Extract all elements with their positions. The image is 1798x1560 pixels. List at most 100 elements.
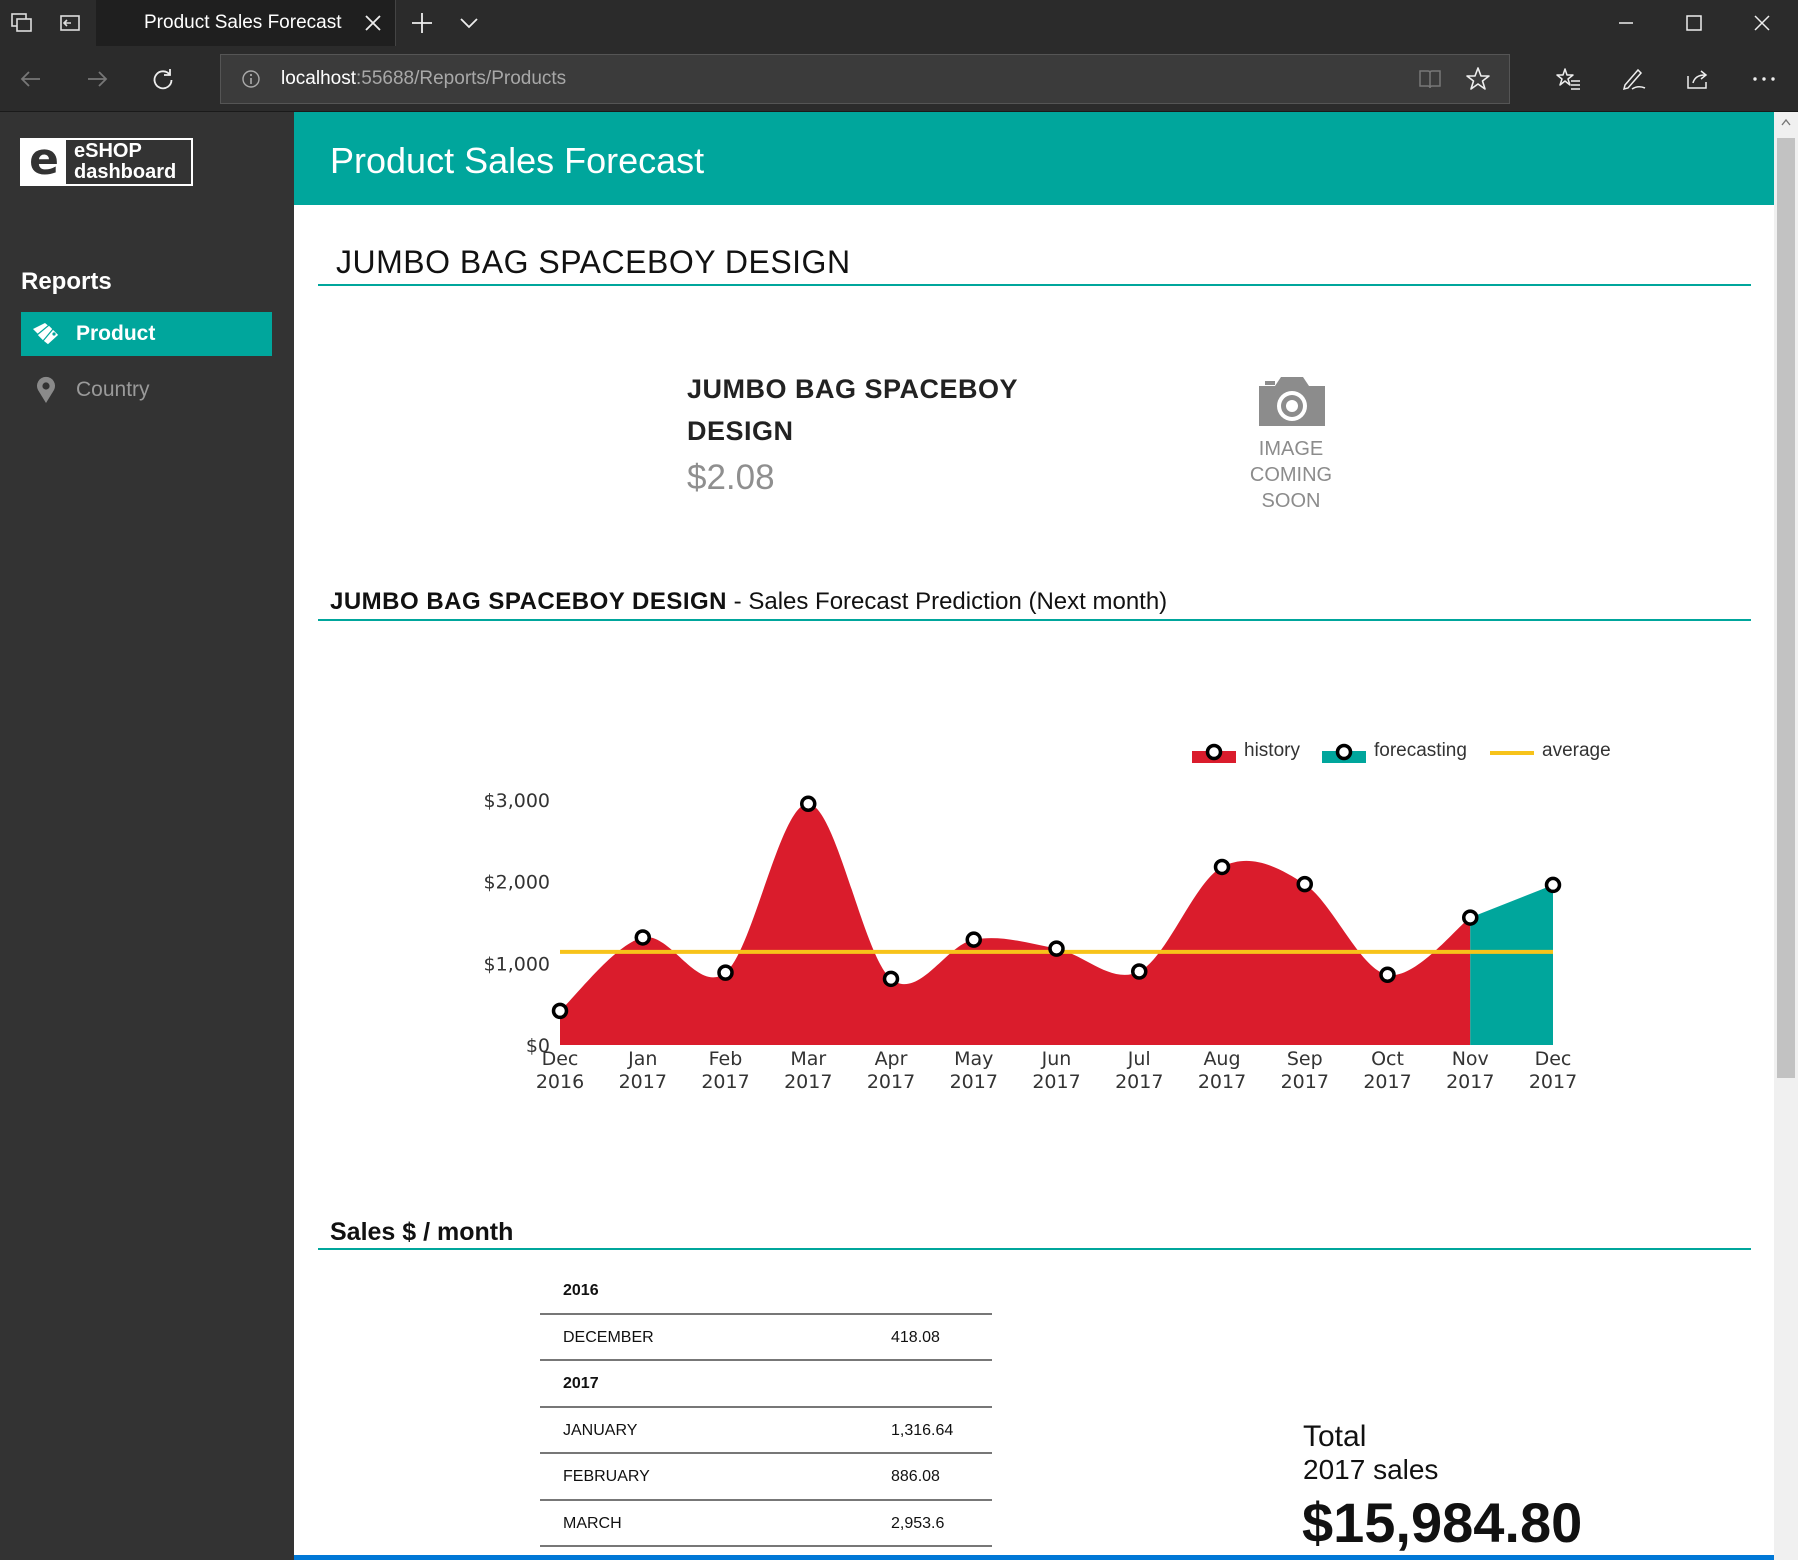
legend-swatch	[1490, 751, 1534, 755]
legend-swatch	[1322, 743, 1366, 763]
url-text[interactable]: localhost:55688/Reports/Products	[281, 68, 566, 90]
y-tick-label: $1,000	[484, 953, 550, 975]
image-text-line3: SOON	[1261, 490, 1321, 512]
row-label: FEBRUARY	[563, 1468, 650, 1485]
chart-legend: history forecasting average	[1190, 740, 1630, 766]
sidebar: e eSHOP dashboard Reports Product Countr…	[0, 112, 294, 1560]
legend-label: forecasting	[1374, 740, 1467, 761]
forecast-area	[1470, 884, 1553, 1045]
sales-heading: Sales $ / month	[330, 1218, 514, 1246]
share-icon[interactable]	[1684, 66, 1712, 92]
legend-item-forecasting[interactable]: forecasting	[1320, 740, 1500, 766]
legend-item-average[interactable]: average	[1488, 740, 1628, 766]
history-point	[551, 1002, 569, 1020]
x-tick-label-year: 2017	[1529, 1071, 1577, 1093]
x-tick-label-year: 2017	[619, 1071, 667, 1093]
total-label: Total	[1303, 1420, 1367, 1453]
favorites-hub-icon[interactable]	[1554, 66, 1582, 92]
maximize-icon[interactable]	[1682, 12, 1706, 34]
history-point	[1379, 966, 1396, 984]
chart-heading-rest: - Sales Forecast Prediction (Next month)	[727, 588, 1168, 615]
site-info-icon[interactable]	[241, 69, 261, 89]
forward-icon[interactable]	[84, 66, 110, 92]
refresh-icon[interactable]	[150, 66, 176, 92]
vertical-scrollbar[interactable]	[1774, 112, 1798, 1560]
scrollbar-thumb[interactable]	[1777, 138, 1795, 1078]
image-text-line2: COMING	[1249, 464, 1333, 486]
y-tick-label: $2,000	[484, 872, 550, 894]
sidebar-item-country[interactable]: Country	[21, 368, 272, 412]
x-tick-label-month: Oct	[1371, 1048, 1404, 1070]
row-value: 2,953.6	[891, 1514, 945, 1532]
web-note-pen-icon[interactable]	[1620, 66, 1648, 92]
close-window-icon[interactable]	[1750, 12, 1774, 34]
x-tick-label-month: Apr	[875, 1048, 908, 1070]
sales-table: 2016 DECEMBER 418.08 2017 JANUARY 1,316.64 FEB…	[540, 1268, 992, 1547]
table-row: JANUARY 1,316.64	[540, 1408, 992, 1454]
x-tick-label-year: 2017	[1281, 1071, 1329, 1093]
image-coming-soon-text: IMAGE COMING SOON	[1225, 436, 1357, 514]
minimize-icon[interactable]	[1614, 12, 1638, 34]
y-tick-label: $3,000	[484, 790, 550, 812]
product-title: JUMBO BAG SPACEBOY DESIGN	[336, 244, 851, 280]
section-divider	[318, 284, 1751, 286]
history-point	[1296, 875, 1313, 893]
x-tick-label-year: 2017	[1115, 1071, 1163, 1093]
table-row: DECEMBER 418.08	[540, 1315, 992, 1361]
x-tick-label-month: Dec	[542, 1048, 579, 1070]
address-bar[interactable]: localhost:55688/Reports/Products	[220, 54, 1510, 104]
sidebar-item-label: Product	[76, 322, 156, 345]
x-tick-label-month: Sep	[1287, 1048, 1323, 1070]
x-tick-label-month: Nov	[1452, 1048, 1489, 1070]
legend-swatch-line	[1490, 751, 1534, 755]
x-tick-label-month: Jun	[1041, 1048, 1072, 1070]
history-point	[1462, 909, 1479, 926]
camera-icon	[1259, 377, 1325, 426]
history-point	[717, 964, 734, 981]
legend-swatch-marker	[1335, 743, 1353, 761]
x-tick-label-year: 2017	[1032, 1071, 1080, 1093]
history-point	[965, 931, 982, 948]
logo-text-dashboard: dashboard	[74, 161, 177, 183]
x-tick-label-year: 2017	[701, 1071, 749, 1093]
history-point	[1048, 940, 1065, 957]
image-text-line1: IMAGE	[1258, 438, 1324, 460]
sidebar-heading-reports: Reports	[21, 268, 112, 295]
page-header: Product Sales Forecast	[294, 112, 1774, 205]
legend-label: average	[1542, 740, 1611, 761]
product-tags-icon	[33, 323, 60, 346]
history-point	[1213, 858, 1231, 876]
row-value: 886.08	[891, 1468, 940, 1485]
section-divider	[318, 1248, 1751, 1250]
row-value: 1,316.64	[891, 1421, 954, 1439]
new-tab-icon[interactable]	[410, 11, 434, 35]
browser-toolbar: localhost:55688/Reports/Products	[0, 46, 1798, 112]
sidebar-item-product[interactable]: Product	[21, 312, 272, 356]
table-year-row: 2017	[540, 1361, 992, 1408]
back-icon[interactable]	[18, 66, 44, 92]
eshop-logo[interactable]: e eSHOP dashboard	[20, 138, 193, 186]
table-row: MARCH 2,953.6	[540, 1501, 992, 1547]
section-divider	[318, 619, 1751, 621]
set-tabs-aside-icon[interactable]	[58, 12, 82, 34]
x-tick-label-month: May	[954, 1048, 993, 1070]
x-tick-label-year: 2017	[867, 1071, 915, 1093]
row-label: JANUARY	[563, 1421, 638, 1439]
history-point	[1131, 963, 1148, 980]
chevron-down-icon[interactable]	[458, 14, 480, 32]
x-tick-label-year: 2017	[784, 1071, 832, 1093]
reading-view-icon[interactable]	[1417, 67, 1443, 91]
total-label-year: 2017 sales	[1303, 1454, 1439, 1485]
more-options-icon[interactable]	[1750, 66, 1778, 92]
product-price: $2.08	[687, 458, 775, 497]
url-path: :55688/Reports/Products	[356, 68, 567, 89]
close-tab-icon[interactable]	[362, 12, 384, 34]
favorite-star-icon[interactable]	[1465, 66, 1491, 92]
scroll-up-arrow-icon[interactable]	[1781, 118, 1791, 126]
row-value: 418.08	[891, 1328, 940, 1346]
x-tick-label-month: Feb	[709, 1048, 743, 1070]
chart-heading: JUMBO BAG SPACEBOY DESIGN - Sales Foreca…	[330, 588, 1167, 616]
browser-tab[interactable]: Product Sales Forecast	[96, 0, 396, 46]
x-tick-label-month: Jan	[627, 1048, 657, 1070]
tab-manager-icon[interactable]	[10, 12, 34, 34]
